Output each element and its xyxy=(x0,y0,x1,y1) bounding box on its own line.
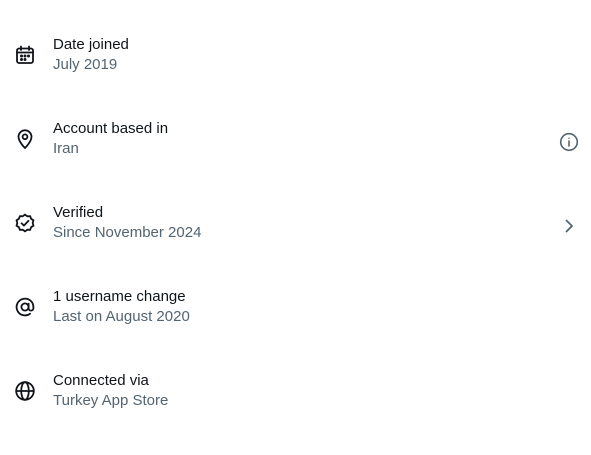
username-change-text: 1 username change Last on August 2020 xyxy=(53,287,190,327)
location-pin-icon xyxy=(13,127,37,151)
connected-via-row: Connected via Turkey App Store xyxy=(0,371,591,455)
at-sign-icon xyxy=(13,295,37,319)
account-based-in-title: Account based in xyxy=(53,120,169,137)
connected-via-title: Connected via xyxy=(53,372,149,389)
username-change-row: 1 username change Last on August 2020 xyxy=(0,287,591,371)
verified-title: Verified xyxy=(53,204,104,221)
date-joined-row: Date joined July 2019 xyxy=(0,35,591,119)
account-based-in-row: Account based in Iran xyxy=(0,119,591,203)
date-joined-text: Date joined July 2019 xyxy=(53,35,129,75)
username-change-value: Last on August 2020 xyxy=(53,308,190,325)
calendar-icon xyxy=(13,43,37,67)
verified-value: Since November 2024 xyxy=(53,224,202,241)
username-change-title: 1 username change xyxy=(53,288,186,305)
connected-via-value: Turkey App Store xyxy=(53,392,169,409)
verified-text: Verified Since November 2024 xyxy=(53,203,201,243)
date-joined-value: July 2019 xyxy=(53,56,118,73)
account-based-in-value: Iran xyxy=(53,140,79,157)
info-icon[interactable] xyxy=(558,131,580,153)
account-based-in-text: Account based in Iran xyxy=(53,119,168,159)
account-info-list: Date joined July 2019 Account based in I… xyxy=(0,0,591,418)
chevron-right-icon[interactable] xyxy=(558,215,580,237)
verified-badge-icon xyxy=(13,211,37,235)
connected-via-text: Connected via Turkey App Store xyxy=(53,371,168,411)
globe-icon xyxy=(13,379,37,403)
date-joined-title: Date joined xyxy=(53,36,129,53)
verified-row[interactable]: Verified Since November 2024 xyxy=(0,203,591,287)
